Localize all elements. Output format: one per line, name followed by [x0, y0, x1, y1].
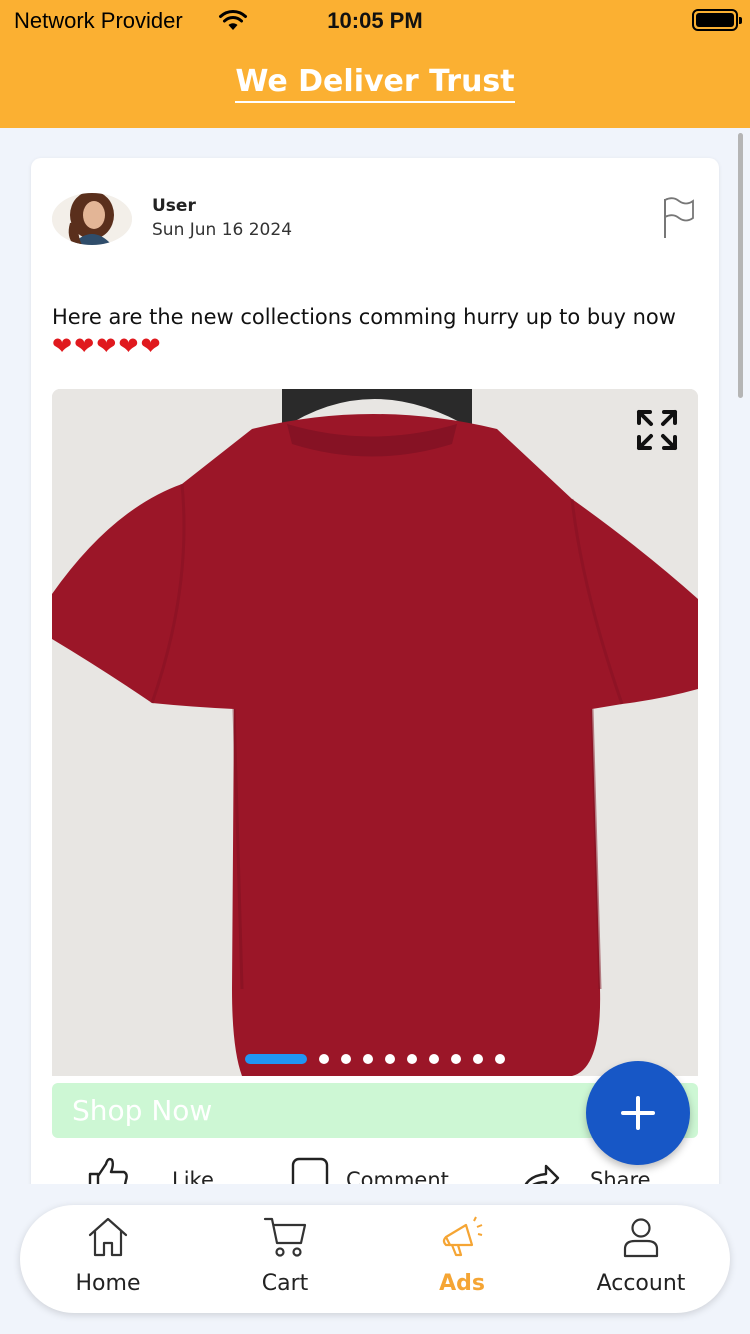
avatar-photo	[52, 193, 132, 245]
carousel-dot[interactable]	[451, 1054, 461, 1064]
carousel-dot[interactable]	[385, 1054, 395, 1064]
user-icon	[623, 1218, 659, 1258]
status-time: 10:05 PM	[327, 8, 423, 33]
expand-icon[interactable]	[636, 409, 678, 451]
hearts-emoji: ❤❤❤❤❤	[52, 332, 163, 360]
nav-ads[interactable]: Ads	[387, 1205, 537, 1313]
app-title: We Deliver Trust	[0, 64, 750, 103]
carousel-dot[interactable]	[341, 1054, 351, 1064]
cart-icon	[263, 1217, 307, 1257]
battery-icon	[692, 9, 742, 31]
carousel-dot-active[interactable]	[245, 1054, 307, 1064]
scrollbar[interactable]	[738, 133, 743, 398]
nav-account[interactable]: Account	[566, 1205, 716, 1313]
post-username[interactable]: User	[152, 196, 196, 216]
carousel-dot[interactable]	[473, 1054, 483, 1064]
nav-cart[interactable]: Cart	[210, 1205, 360, 1313]
avatar[interactable]	[52, 193, 132, 245]
tshirt-photo	[52, 389, 698, 1076]
carousel-dot[interactable]	[319, 1054, 329, 1064]
carousel-dot[interactable]	[495, 1054, 505, 1064]
post-date: Sun Jun 16 2024	[152, 220, 293, 240]
plus-icon	[621, 1096, 655, 1130]
megaphone-icon	[442, 1216, 483, 1257]
post-image-carousel[interactable]	[52, 389, 698, 1076]
post-card: User Sun Jun 16 2024 Here are the new co…	[31, 158, 719, 1198]
carousel-dot[interactable]	[363, 1054, 373, 1064]
top-header: Network Provider 10:05 PM We Deliver Tru…	[0, 0, 750, 128]
carousel-indicator[interactable]	[52, 1054, 698, 1064]
bottom-nav: Home Cart Ads Account	[20, 1205, 730, 1313]
nav-home[interactable]: Home	[33, 1205, 183, 1313]
carousel-dot[interactable]	[429, 1054, 439, 1064]
post-caption: Here are the new collections comming hur…	[52, 303, 702, 361]
flag-report-icon[interactable]	[661, 196, 695, 240]
add-post-button[interactable]	[586, 1061, 690, 1165]
home-icon	[88, 1217, 128, 1257]
carousel-dot[interactable]	[407, 1054, 417, 1064]
